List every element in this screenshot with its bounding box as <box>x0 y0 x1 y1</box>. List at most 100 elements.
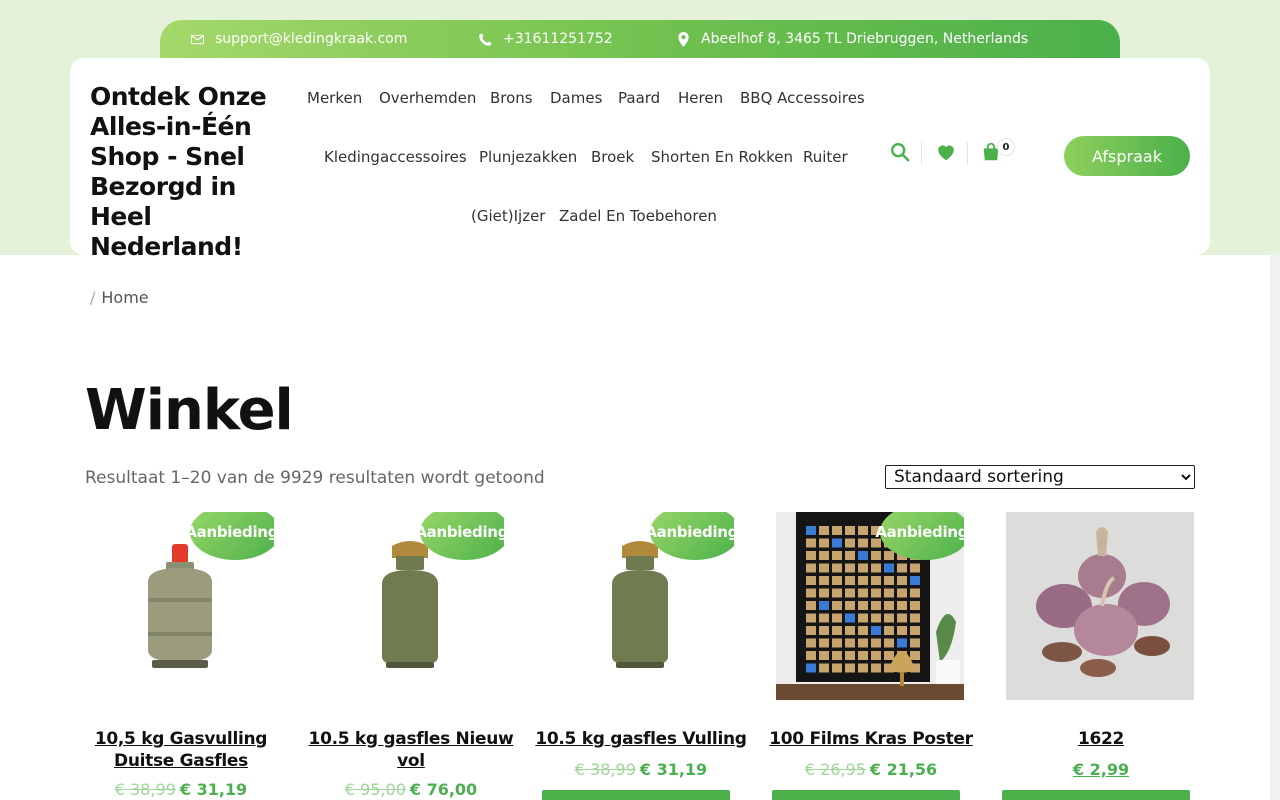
poster-tile <box>819 576 829 585</box>
breadcrumb-home[interactable]: Home <box>101 288 148 307</box>
nav-item-kledingaccessoires[interactable]: Kledingaccessoires <box>324 148 467 166</box>
poster-tile <box>884 551 894 560</box>
poster-tile <box>858 638 868 648</box>
poster-tile <box>910 651 920 660</box>
add-to-cart-button[interactable] <box>772 790 960 800</box>
poster-tile <box>871 613 881 623</box>
poster-tile <box>832 576 842 585</box>
product-old-price: € 95,00 <box>344 780 406 799</box>
poster-tile <box>819 551 829 560</box>
product-price: € 26,95 € 21,56 <box>756 760 986 779</box>
product-title[interactable]: 10.5 kg gasfles Nieuw vol <box>296 728 526 772</box>
product-image[interactable]: Aanbieding! <box>546 512 734 700</box>
poster-tile <box>884 638 894 648</box>
poster-tile <box>832 638 842 648</box>
poster-tile <box>897 613 907 623</box>
poster-tile <box>819 651 829 660</box>
poster-tile <box>871 626 881 635</box>
poster-tile <box>910 563 920 573</box>
product-title[interactable]: 100 Films Kras Poster <box>756 728 986 750</box>
cart-count-badge: 0 <box>997 138 1015 156</box>
poster-tile <box>832 651 842 660</box>
product-sale-price: € 31,19 <box>639 760 708 779</box>
nav-item-merken[interactable]: Merken <box>307 89 362 107</box>
product-price: € 38,99 € 31,19 <box>66 780 296 799</box>
poster-tile <box>884 601 894 610</box>
sort-select[interactable]: Standaard sortering <box>885 465 1195 489</box>
poster-tile <box>858 576 868 585</box>
nav-item-heren[interactable]: Heren <box>678 89 723 107</box>
contact-email[interactable]: support@kledingkraak.com <box>190 20 407 58</box>
poster-tile <box>871 663 881 673</box>
nav-item-dames[interactable]: Dames <box>550 89 602 107</box>
poster-tile <box>819 588 829 598</box>
contact-address-text: Abeelhof 8, 3465 TL Driebruggen, Netherl… <box>701 31 1029 47</box>
heart-icon <box>938 145 954 161</box>
add-to-cart-button[interactable] <box>1002 790 1190 800</box>
product-card[interactable]: Aanbieding! 10.5 kg gasfles Nieuw vol € … <box>309 512 514 799</box>
header-search-button[interactable] <box>889 141 913 165</box>
header-wishlist-button[interactable] <box>935 141 959 165</box>
poster-tile <box>832 526 842 535</box>
poster-tile <box>806 526 816 535</box>
poster-tile <box>845 601 855 610</box>
product-title[interactable]: 10,5 kg Gasvulling Duitse Gasfles <box>66 728 296 772</box>
product-title[interactable]: 1622 <box>986 728 1216 750</box>
poster-tile <box>806 576 816 585</box>
product-card[interactable]: Aanbieding! 10,5 kg Gasvulling Duitse Ga… <box>86 512 276 799</box>
poster-tile <box>910 588 920 598</box>
product-title[interactable]: 10.5 kg gasfles Vulling <box>526 728 756 750</box>
nav-item-ruiter[interactable]: Ruiter <box>803 148 848 166</box>
poster-tile <box>845 663 855 673</box>
poster-tile <box>884 588 894 598</box>
nav-item-zadel-en-toebehoren[interactable]: Zadel En Toebehoren <box>559 207 717 225</box>
poster-tile <box>897 601 907 610</box>
poster-tile <box>806 613 816 623</box>
poster-tile <box>806 551 816 560</box>
contact-phone[interactable]: +31611251752 <box>478 20 613 58</box>
nav-item-gietijzer[interactable]: (Giet)Ijzer <box>471 207 545 225</box>
product-card[interactable]: Aanbieding! 100 Films Kras Poster € 26,9… <box>769 512 973 800</box>
appointment-button[interactable]: Afspraak <box>1064 136 1190 176</box>
add-to-cart-button[interactable] <box>542 790 730 800</box>
page-title: Winkel <box>85 378 294 443</box>
poster-tile <box>819 601 829 610</box>
poster-tile <box>884 563 894 573</box>
poster-tile <box>819 626 829 635</box>
scrollbar-track[interactable] <box>1270 255 1280 800</box>
nav-item-paard[interactable]: Paard <box>618 89 660 107</box>
poster-tile <box>910 601 920 610</box>
product-card[interactable]: Aanbieding! 10.5 kg gasfles Vulling € 38… <box>535 512 747 800</box>
poster-tile <box>832 538 842 548</box>
poster-tile <box>884 651 894 660</box>
poster-tile <box>806 638 816 648</box>
product-sale-price: € 21,56 <box>869 760 938 779</box>
poster-tile <box>845 526 855 535</box>
poster-tile <box>871 563 881 573</box>
poster-tile <box>845 551 855 560</box>
product-image[interactable]: Aanbieding! <box>776 512 964 700</box>
nav-item-overhemden[interactable]: Overhemden <box>379 89 476 107</box>
product-image[interactable]: Aanbieding! <box>86 512 274 700</box>
nav-item-brons[interactable]: Brons <box>490 89 533 107</box>
poster-tile <box>858 601 868 610</box>
poster-tile <box>858 563 868 573</box>
nav-item-plunjezakken[interactable]: Plunjezakken <box>479 148 577 166</box>
product-image[interactable] <box>1006 512 1194 700</box>
site-title[interactable]: Ontdek Onze Alles-in-Één Shop - Snel Bez… <box>90 82 290 262</box>
product-price: € 2,99 <box>986 760 1216 779</box>
nav-item-broek[interactable]: Broek <box>591 148 634 166</box>
poster-tile <box>845 651 855 660</box>
poster-tile <box>858 538 868 548</box>
poster-tile <box>806 588 816 598</box>
nav-item-bbq-accessoires[interactable]: BBQ Accessoires <box>740 89 865 107</box>
product-image[interactable]: Aanbieding! <box>316 512 504 700</box>
poster-tile <box>897 563 907 573</box>
product-price: € 95,00 € 76,00 <box>296 780 526 799</box>
nav-item-shorten-en-rokken[interactable]: Shorten En Rokken <box>651 148 793 166</box>
header-divider <box>967 142 968 164</box>
poster-tile <box>832 588 842 598</box>
product-card[interactable]: 1622 € 2,99 <box>1002 512 1196 800</box>
poster-tile <box>819 526 829 535</box>
product-price: € 38,99 € 31,19 <box>526 760 756 779</box>
